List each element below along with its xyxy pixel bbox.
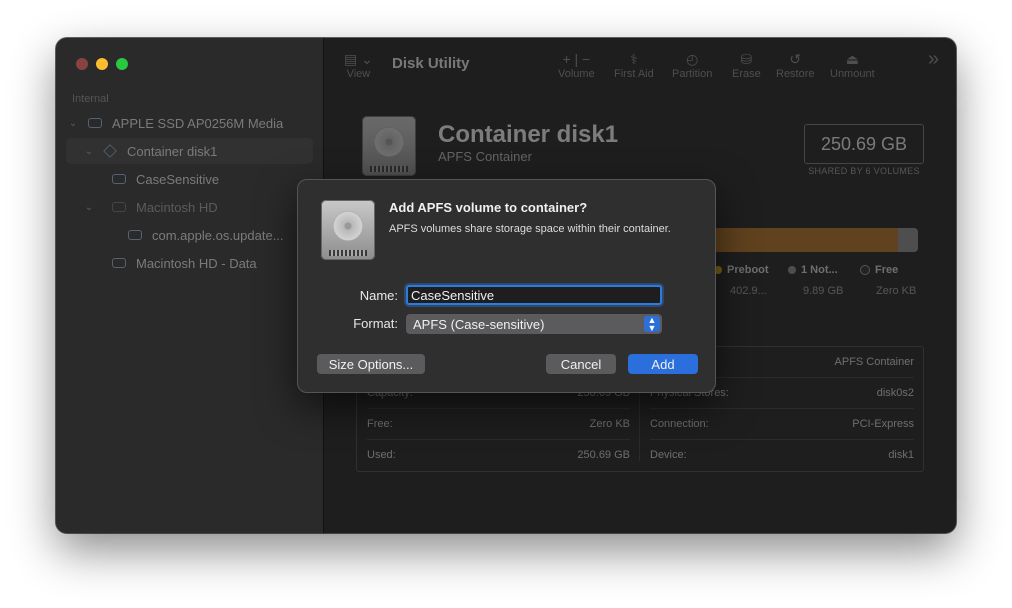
restore-icon: ↺	[789, 51, 802, 67]
sidebar-item-ssd[interactable]: ⌄ APPLE SSD AP0256M Media	[66, 110, 313, 136]
partition-icon: ◴	[686, 51, 699, 67]
internal-disk-icon	[88, 118, 102, 128]
sidebar-item-container-disk1[interactable]: ⌄ Container disk1	[66, 138, 313, 164]
sidebar-item-label: CaseSensitive	[136, 171, 220, 187]
erase-button[interactable]: ⛁ Erase	[732, 50, 761, 80]
info-row: Free: Zero KB	[367, 409, 630, 439]
chevron-up-down-icon: ▲ ▼	[644, 316, 660, 333]
window-title: Disk Utility	[392, 55, 470, 72]
info-key: Free:	[367, 418, 393, 430]
restore-button[interactable]: ↺ Restore	[776, 50, 815, 80]
format-select[interactable]: APFS (Case-sensitive) ▲ ▼	[406, 314, 662, 334]
volume-icon	[112, 258, 126, 268]
view-menu-button[interactable]: ▤ ⌄ View	[344, 50, 373, 80]
sidebar-section-internal: Internal	[72, 93, 109, 105]
add-button[interactable]: Add	[628, 354, 698, 374]
name-label: Name:	[359, 288, 398, 303]
sidebar-item-macintosh-hd[interactable]: ⌄ Macintosh HD	[66, 194, 313, 220]
stethoscope-icon: ⚕	[630, 51, 638, 67]
dialog-message: APFS volumes share storage space within …	[389, 223, 671, 235]
add-remove-icon: + | −	[562, 51, 591, 67]
sidebar-item-macintosh-hd-data[interactable]: Macintosh HD - Data	[66, 250, 313, 276]
sidebar: Internal ⌄ APPLE SSD AP0256M Media ⌄ Con…	[56, 38, 324, 533]
sidebar-item-casesensitive[interactable]: CaseSensitive	[66, 166, 313, 192]
info-row: Connection: PCI-Express	[650, 409, 914, 439]
close-window-button[interactable]	[76, 58, 88, 70]
cancel-button[interactable]: Cancel	[546, 354, 616, 374]
toolbar-label: Unmount	[830, 68, 875, 80]
info-value: PCI-Express	[852, 418, 914, 430]
chevron-down-icon[interactable]: ⌄	[82, 202, 96, 213]
eject-icon: ⏏	[845, 51, 859, 67]
toolbar-label: Partition	[672, 68, 713, 80]
legend-not-mounted-value: 9.89 GB	[803, 285, 844, 297]
volume-icon	[128, 230, 142, 240]
info-key: Used:	[367, 449, 396, 461]
sidebar-item-label: Macintosh HD	[136, 199, 218, 215]
container-subtitle: APFS Container	[438, 149, 532, 164]
legend-name: Free	[875, 264, 899, 276]
info-key: Connection:	[650, 418, 709, 430]
info-value: disk1	[888, 449, 914, 461]
sidebar-item-label: com.apple.os.update...	[152, 227, 284, 243]
first-aid-button[interactable]: ⚕ First Aid	[614, 50, 654, 80]
unmount-button[interactable]: ⏏ Unmount	[830, 50, 875, 80]
capacity-note: SHARED BY 6 VOLUMES	[808, 166, 920, 176]
legend-preboot-value: 402.9...	[730, 285, 767, 297]
size-options-button[interactable]: Size Options...	[317, 354, 425, 374]
add-volume-dialog: Add APFS volume to container? APFS volum…	[297, 179, 716, 393]
sidebar-item-os-update[interactable]: com.apple.os.update...	[66, 222, 313, 248]
toolbar-overflow-button[interactable]: »	[928, 48, 939, 71]
info-value: APFS Container	[834, 356, 914, 368]
container-title: Container disk1	[438, 121, 619, 148]
toolbar-label: Erase	[732, 68, 761, 80]
chevron-down-icon[interactable]: ⌄	[82, 146, 96, 157]
divider	[367, 408, 630, 409]
legend-preboot: Preboot	[714, 264, 769, 276]
volume-name-field[interactable]	[406, 285, 662, 305]
toolbar-label: Volume	[558, 68, 595, 80]
sidebar-item-label: Container disk1	[127, 143, 218, 159]
container-disk-icon	[362, 116, 416, 176]
format-label: Format:	[353, 316, 398, 331]
legend-free-value: Zero KB	[876, 285, 917, 297]
volume-button[interactable]: + | − Volume	[558, 50, 595, 80]
usage-bar-other-segment	[898, 228, 918, 252]
erase-disk-icon: ⛁	[740, 51, 753, 67]
info-value: disk0s2	[876, 387, 914, 399]
zoom-window-button[interactable]	[116, 58, 128, 70]
divider	[650, 408, 914, 409]
info-value: Zero KB	[589, 418, 630, 430]
info-key: Device:	[650, 449, 687, 461]
volume-icon	[112, 174, 126, 184]
minimize-window-button[interactable]	[96, 58, 108, 70]
chevron-down-icon[interactable]: ⌄	[66, 118, 80, 129]
toolbar-label: First Aid	[614, 68, 654, 80]
volume-icon	[112, 202, 126, 212]
chevron-double-right-icon: »	[928, 48, 940, 70]
partition-button[interactable]: ◴ Partition	[672, 50, 712, 80]
capacity-badge: 250.69 GB	[804, 124, 924, 164]
legend-name: 1 Not...	[801, 264, 838, 276]
container-icon	[103, 144, 117, 158]
legend-swatch	[788, 266, 796, 275]
toolbar-label: Restore	[776, 68, 815, 80]
legend-not-mounted: 1 Not...	[788, 264, 838, 276]
legend-name: Preboot	[727, 264, 769, 276]
legend-free: Free	[860, 264, 898, 276]
info-row: Device: disk1	[650, 440, 914, 470]
format-select-value: APFS (Case-sensitive)	[413, 316, 545, 332]
disk-icon	[321, 200, 375, 260]
sidebar-item-label: Macintosh HD - Data	[136, 255, 257, 271]
info-row: Used: 250.69 GB	[367, 440, 630, 470]
sidebar-item-label: APPLE SSD AP0256M Media	[112, 115, 284, 131]
divider	[367, 439, 630, 440]
divider	[650, 439, 914, 440]
legend-swatch	[860, 265, 870, 276]
info-value: 250.69 GB	[577, 449, 630, 461]
sidebar-toggle-icon: ▤ ⌄	[344, 51, 373, 67]
dialog-title: Add APFS volume to container?	[389, 200, 588, 215]
toolbar-label: View	[346, 68, 371, 80]
